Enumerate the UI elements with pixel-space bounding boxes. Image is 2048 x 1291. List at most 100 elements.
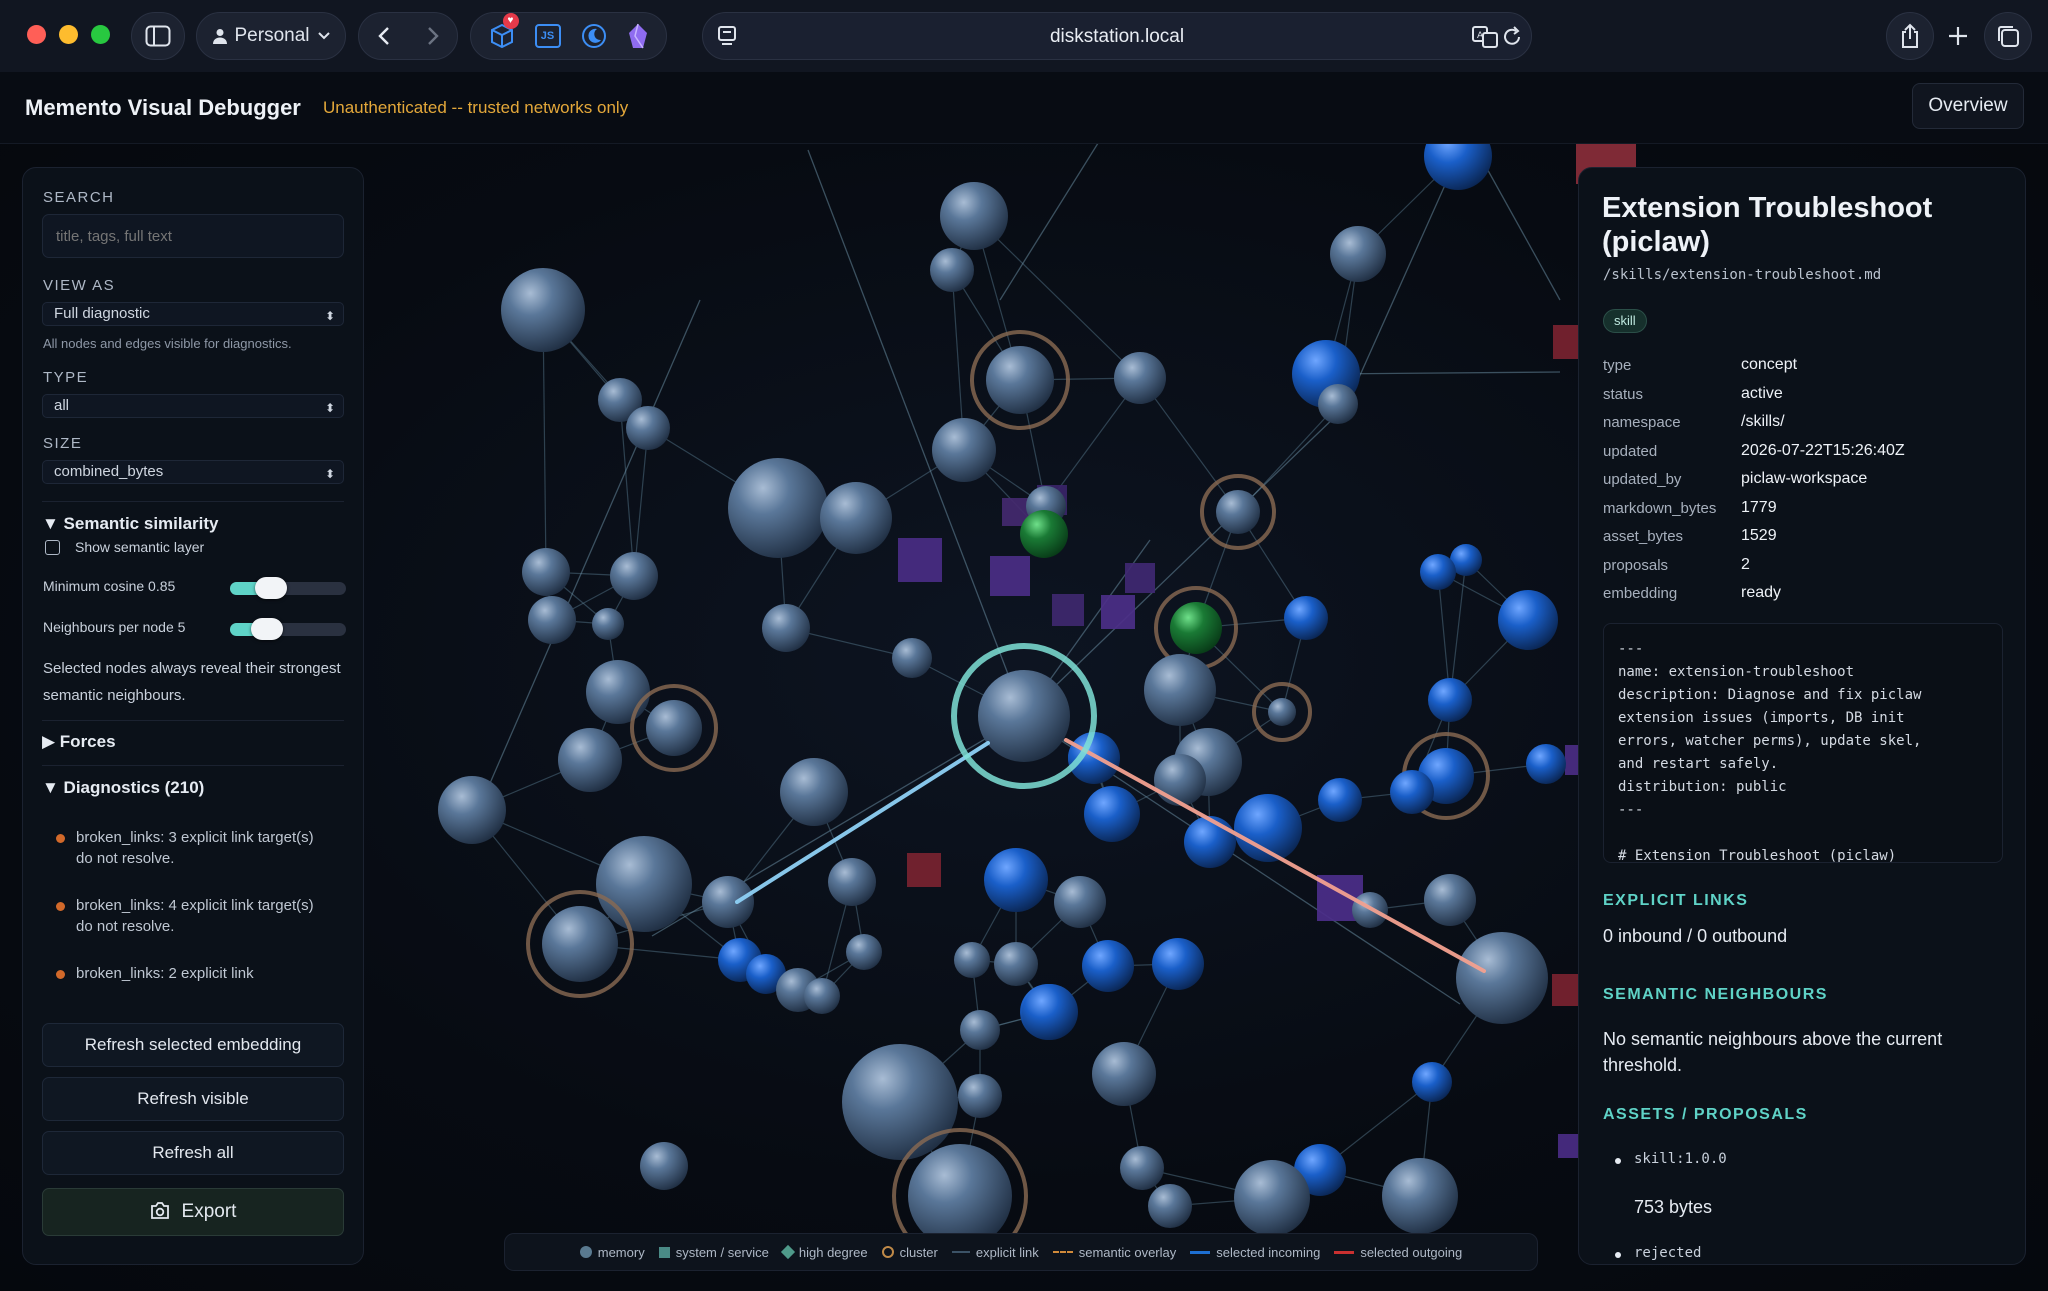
high-degree-node[interactable]: [1420, 554, 1456, 590]
memory-node[interactable]: [1170, 602, 1222, 654]
memory-node[interactable]: [702, 876, 754, 928]
search-input[interactable]: [42, 214, 344, 258]
proposal-item[interactable]: rejected: [1634, 1245, 1701, 1261]
asset-item[interactable]: skill:1.0.0: [1634, 1151, 1727, 1167]
export-button[interactable]: Export: [42, 1188, 344, 1236]
maximize-window-button[interactable]: [91, 25, 110, 44]
memory-node[interactable]: [820, 482, 892, 554]
memory-node[interactable]: [438, 776, 506, 844]
back-button[interactable]: [359, 26, 408, 46]
memory-node[interactable]: [592, 608, 624, 640]
memory-node[interactable]: [1144, 654, 1216, 726]
memory-node[interactable]: [542, 906, 618, 982]
diagnostic-item[interactable]: broken_links: 4 explicit link target(s) …: [76, 895, 326, 937]
memory-node[interactable]: [842, 1044, 958, 1160]
high-degree-node[interactable]: [1068, 732, 1120, 784]
min-cosine-slider[interactable]: [230, 577, 346, 599]
diagnostic-item[interactable]: broken_links: 3 explicit link target(s) …: [76, 827, 326, 869]
memory-node[interactable]: [762, 604, 810, 652]
forward-button[interactable]: [408, 26, 457, 46]
diagnostic-item[interactable]: broken_links: 2 explicit link: [76, 963, 326, 984]
high-degree-node[interactable]: [1184, 816, 1236, 868]
memory-node[interactable]: [1382, 1158, 1458, 1234]
memory-node[interactable]: [1092, 1042, 1156, 1106]
memory-node[interactable]: [1234, 1160, 1310, 1236]
minimize-window-button[interactable]: [59, 25, 78, 44]
high-degree-node[interactable]: [984, 848, 1048, 912]
memory-node[interactable]: [1148, 1184, 1192, 1228]
memory-node[interactable]: [522, 548, 570, 596]
tab-overview-button[interactable]: [1984, 12, 2032, 60]
memory-node[interactable]: [940, 182, 1008, 250]
system-service-node[interactable]: [907, 853, 941, 887]
memory-node[interactable]: [986, 346, 1054, 414]
high-degree-node[interactable]: [1022, 984, 1078, 1040]
memory-node[interactable]: [1330, 226, 1386, 282]
memory-node[interactable]: [780, 758, 848, 826]
memory-node[interactable]: [586, 660, 650, 724]
memory-node[interactable]: [994, 942, 1038, 986]
memory-node[interactable]: [640, 1142, 688, 1190]
system-service-node[interactable]: [1101, 595, 1135, 629]
memory-node[interactable]: [1054, 876, 1106, 928]
translate-icon[interactable]: A: [1472, 26, 1498, 48]
memory-node[interactable]: [596, 836, 692, 932]
share-button[interactable]: [1886, 12, 1934, 60]
slider-knob[interactable]: [251, 618, 283, 640]
high-degree-node[interactable]: [1526, 744, 1566, 784]
memory-node[interactable]: [558, 728, 622, 792]
address-bar[interactable]: diskstation.local A: [702, 12, 1532, 60]
high-degree-node[interactable]: [1424, 122, 1492, 190]
memory-node[interactable]: [892, 638, 932, 678]
memory-node[interactable]: [1318, 384, 1358, 424]
high-degree-node[interactable]: [1498, 590, 1558, 650]
reload-icon[interactable]: [1503, 25, 1523, 47]
extension-cube-button[interactable]: ♥: [489, 13, 519, 49]
memory-node[interactable]: [958, 1074, 1002, 1118]
refresh-selected-embedding-button[interactable]: Refresh selected embedding: [42, 1023, 344, 1067]
high-degree-node[interactable]: [1318, 778, 1362, 822]
memory-node[interactable]: [960, 1010, 1000, 1050]
extension-night-mode-button[interactable]: [581, 23, 607, 49]
extension-obsidian-button[interactable]: [627, 23, 649, 49]
system-service-node[interactable]: [1125, 563, 1155, 593]
system-service-node[interactable]: [990, 556, 1030, 596]
semantic-similarity-toggle[interactable]: ▼ Semantic similarity: [42, 514, 219, 534]
semantic-layer-checkbox[interactable]: [45, 540, 60, 555]
type-select[interactable]: all ⬍: [42, 394, 344, 418]
new-tab-button[interactable]: [1934, 12, 1982, 60]
memory-node[interactable]: [646, 700, 702, 756]
forces-toggle[interactable]: ▶ Forces: [42, 732, 116, 752]
memory-node[interactable]: [1120, 1146, 1164, 1190]
profile-menu-button[interactable]: Personal: [196, 12, 346, 60]
refresh-all-button[interactable]: Refresh all: [42, 1131, 344, 1175]
close-window-button[interactable]: [27, 25, 46, 44]
memory-node[interactable]: [932, 418, 996, 482]
memory-node[interactable]: [1268, 698, 1296, 726]
memory-node[interactable]: [1216, 490, 1260, 534]
system-service-node[interactable]: [1052, 594, 1084, 626]
memory-node[interactable]: [846, 934, 882, 970]
slider-knob[interactable]: [255, 577, 288, 599]
memory-node[interactable]: [1020, 510, 1068, 558]
memory-node[interactable]: [978, 670, 1070, 762]
high-degree-node[interactable]: [1152, 938, 1204, 990]
memory-node[interactable]: [954, 942, 990, 978]
high-degree-node[interactable]: [1084, 786, 1140, 842]
sidebar-toggle-button[interactable]: [131, 12, 185, 60]
memory-node[interactable]: [1114, 352, 1166, 404]
memory-node[interactable]: [528, 596, 576, 644]
memory-node[interactable]: [501, 268, 585, 352]
memory-node[interactable]: [626, 406, 670, 450]
high-degree-node[interactable]: [1390, 770, 1434, 814]
diagnostics-toggle[interactable]: ▼ Diagnostics (210): [42, 778, 204, 798]
memory-node[interactable]: [1424, 874, 1476, 926]
neighbours-slider[interactable]: [230, 618, 346, 640]
high-degree-node[interactable]: [1082, 940, 1134, 992]
memory-node[interactable]: [930, 248, 974, 292]
memory-node[interactable]: [828, 858, 876, 906]
overview-button[interactable]: Overview: [1912, 83, 2024, 129]
high-degree-node[interactable]: [1428, 678, 1472, 722]
extension-js-button[interactable]: JS: [534, 24, 561, 48]
refresh-visible-button[interactable]: Refresh visible: [42, 1077, 344, 1121]
